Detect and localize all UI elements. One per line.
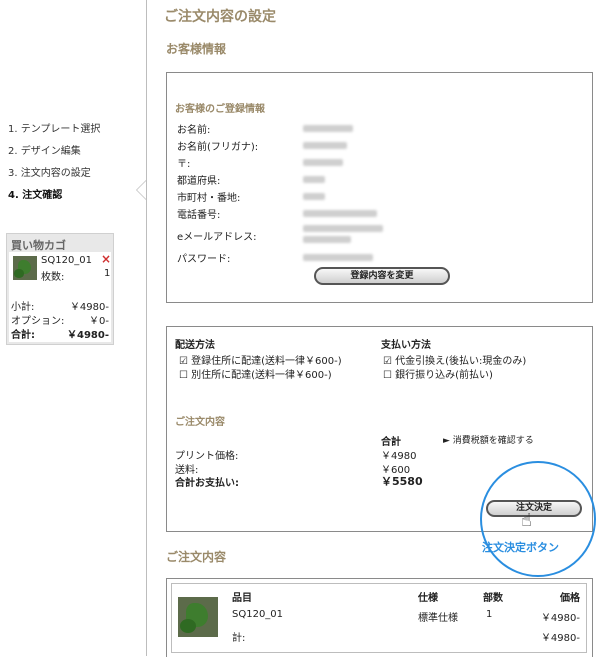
grand-total-label: 合計お支払い: xyxy=(175,478,239,489)
field-password-label: パスワード: xyxy=(177,254,231,265)
cart-total-label: 合計: xyxy=(11,330,35,341)
field-postal-label: 〒: xyxy=(177,159,191,170)
order-row-item: SQ120_01 xyxy=(232,609,284,620)
tax-check-label: 消費税額を確認する xyxy=(452,436,534,446)
field-address-label: 市町村・番地: xyxy=(177,193,241,204)
cart-subtotal-value: ￥4980- xyxy=(69,302,109,313)
field-phone-label: 電話番号: xyxy=(177,210,221,221)
cart-total-value: ￥4980- xyxy=(67,330,109,341)
change-registration-button[interactable]: 登録内容を変更 xyxy=(314,267,450,285)
shopping-cart: 買い物カゴ SQ120_01 × 枚数: 1 小計: ￥4980- オプション:… xyxy=(6,233,114,345)
pointer-hand-icon: ☝ xyxy=(521,510,532,531)
cart-item-thumbnail xyxy=(13,256,37,280)
print-price-label: プリント価格: xyxy=(175,451,239,462)
sidebar-divider xyxy=(146,0,147,656)
current-step-pointer xyxy=(136,180,146,200)
field-prefecture-label: 都道府県: xyxy=(177,176,221,187)
field-name-label: お名前: xyxy=(177,125,211,136)
shipping-option-registered[interactable]: ☑ 登録住所に配達(送料一律￥600-) xyxy=(179,352,342,367)
grand-total-value: ￥5580 xyxy=(381,475,423,488)
field-postal-value xyxy=(303,159,343,166)
cart-qty-label: 枚数: xyxy=(41,272,65,283)
checkbox-unchecked-icon[interactable]: ☐ xyxy=(179,370,188,381)
remove-item-icon[interactable]: × xyxy=(101,252,111,266)
payment-title: 支払い方法 xyxy=(381,340,431,351)
summary-total-header: 合計 xyxy=(381,437,401,448)
triangle-right-icon: ► xyxy=(443,436,450,446)
print-price-value: ￥4980 xyxy=(381,451,417,462)
cart-qty-value: 1 xyxy=(104,268,111,279)
confirm-button-callout: 注文決定ボタン xyxy=(482,541,559,554)
customer-info-panel: お客様のご登録情報 お名前: お名前(フリガナ): 〒: 都道府県: 市町村・番… xyxy=(166,72,593,303)
field-address-value xyxy=(303,193,325,200)
cart-option-value: ￥0- xyxy=(89,316,109,327)
page-title: ご注文内容の設定 xyxy=(164,9,276,25)
order-table-section-title: ご注文内容 xyxy=(166,550,227,564)
field-furigana-value xyxy=(303,142,347,149)
field-prefecture-value xyxy=(303,176,325,183)
cart-subtotal-label: 小計: xyxy=(11,302,35,313)
shipping-option-other[interactable]: ☐ 別住所に配達(送料一律￥600-) xyxy=(179,366,332,381)
cart-title: 買い物カゴ xyxy=(11,239,66,252)
checkbox-unchecked-icon[interactable]: ☐ xyxy=(383,370,392,381)
payment-option-bank[interactable]: ☐ 銀行振り込み(前払い) xyxy=(383,366,493,381)
field-name-value xyxy=(303,125,353,132)
customer-section-title: お客様情報 xyxy=(166,42,227,56)
col-header-spec: 仕様 xyxy=(418,593,438,604)
order-summary-title: ご注文内容 xyxy=(175,417,225,428)
order-item-thumbnail xyxy=(178,597,218,637)
order-row-spec: 標準仕様 xyxy=(418,613,458,624)
step-order-confirm: 4. 注文確認 xyxy=(8,190,63,201)
field-password-value xyxy=(303,254,373,261)
order-total-value: ￥4980- xyxy=(540,633,580,644)
cart-option-label: オプション: xyxy=(11,316,65,327)
order-row-price: ￥4980- xyxy=(540,613,580,624)
col-header-price: 価格 xyxy=(560,593,580,604)
registered-info-title: お客様のご登録情報 xyxy=(175,104,265,115)
col-header-qty: 部数 xyxy=(483,593,503,604)
order-row-qty: 1 xyxy=(486,609,493,620)
field-email-label: eメールアドレス: xyxy=(177,232,257,243)
highlight-circle xyxy=(480,461,596,577)
cart-item-name: SQ120_01 xyxy=(41,255,93,266)
col-header-item: 品目 xyxy=(232,593,252,604)
field-furigana-label: お名前(フリガナ): xyxy=(177,142,259,153)
cart-body: SQ120_01 × 枚数: 1 小計: ￥4980- オプション: ￥0- 合… xyxy=(9,252,111,342)
field-email-value-2 xyxy=(303,236,351,243)
tax-check-link[interactable]: ► 消費税額を確認する xyxy=(443,433,534,446)
order-total-label: 計: xyxy=(232,633,246,644)
step-order-settings[interactable]: 3. 注文内容の設定 xyxy=(8,164,91,179)
field-phone-value xyxy=(303,210,377,217)
shipping-title: 配送方法 xyxy=(175,340,215,351)
step-design-edit[interactable]: 2. デザイン編集 xyxy=(8,142,81,157)
payment-option-cod[interactable]: ☑ 代金引換え(後払い:現金のみ) xyxy=(383,352,526,367)
field-email-value xyxy=(303,225,383,232)
step-template-select[interactable]: 1. テンプレート選択 xyxy=(8,120,100,135)
payment-option-label: 銀行振り込み(前払い) xyxy=(395,370,493,381)
order-table-panel: 品目 仕様 部数 価格 SQ120_01 標準仕様 1 ￥4980- 計: ￥4… xyxy=(166,578,593,657)
order-table-inner: 品目 仕様 部数 価格 SQ120_01 標準仕様 1 ￥4980- 計: ￥4… xyxy=(171,583,587,653)
shipping-option-label: 別住所に配達(送料一律￥600-) xyxy=(191,370,332,381)
